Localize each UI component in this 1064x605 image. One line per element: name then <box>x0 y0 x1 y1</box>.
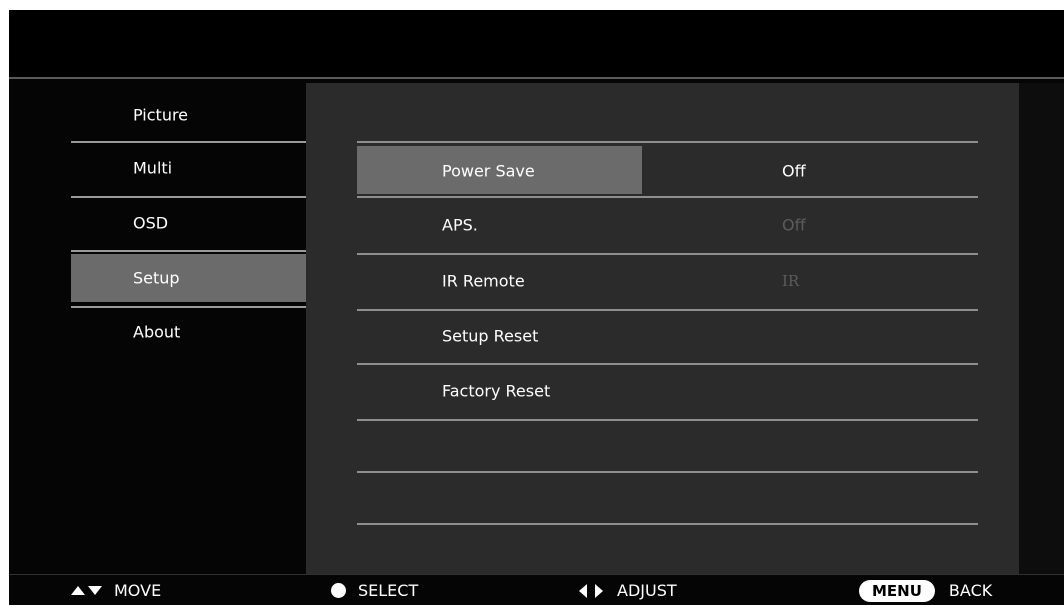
row-divider <box>357 419 978 421</box>
hint-select-label: SELECT <box>358 581 419 600</box>
setting-name: Factory Reset <box>442 381 551 401</box>
row-divider <box>357 471 978 473</box>
setting-row-aps[interactable]: APS. Off <box>357 200 978 250</box>
hint-move: MOVE <box>71 575 161 605</box>
sidebar-divider <box>71 196 306 198</box>
sidebar-item-multi[interactable]: Multi <box>71 144 306 192</box>
row-divider <box>357 363 978 365</box>
sidebar-item-setup[interactable]: Setup <box>71 254 306 302</box>
select-button-icon <box>331 583 346 598</box>
hint-move-label: MOVE <box>114 581 162 600</box>
osd-menu: Picture Multi OSD Setup About Power Save… <box>9 10 1064 605</box>
setting-value: IR <box>782 272 800 290</box>
setting-name: Power Save <box>442 161 535 181</box>
setting-name: IR Remote <box>442 271 525 291</box>
sidebar-item-label: Multi <box>133 158 173 178</box>
arrow-right-icon <box>595 583 603 598</box>
sidebar-item-label: OSD <box>133 213 169 233</box>
hint-back-label: BACK <box>948 581 993 600</box>
row-divider <box>357 253 978 255</box>
sidebar-item-picture[interactable]: Picture <box>71 91 306 139</box>
sidebar-divider <box>71 250 306 252</box>
sidebar-item-label: Picture <box>133 105 189 125</box>
row-divider <box>357 141 978 143</box>
sidebar-item-label: About <box>133 322 181 342</box>
sidebar-divider <box>71 141 306 143</box>
header-divider <box>9 77 1064 79</box>
footer-hints: MOVE SELECT ADJUST MENU BACK <box>9 574 1064 605</box>
row-divider <box>357 196 978 198</box>
setting-name: APS. <box>442 215 478 235</box>
arrow-down-icon <box>88 586 102 595</box>
setting-row-ir-remote[interactable]: IR Remote IR <box>357 256 978 306</box>
hint-select: SELECT <box>331 575 418 605</box>
row-divider <box>357 523 978 525</box>
osd-header <box>9 10 1064 77</box>
setting-row-setup-reset[interactable]: Setup Reset <box>357 311 978 361</box>
hint-adjust-label: ADJUST <box>617 581 677 600</box>
arrow-up-icon <box>71 586 85 595</box>
arrow-left-icon <box>579 583 587 598</box>
sidebar-item-about[interactable]: About <box>71 308 306 356</box>
panel-right-strip <box>1019 83 1064 574</box>
sidebar-item-osd[interactable]: OSD <box>71 199 306 247</box>
setting-value: Off <box>782 215 806 235</box>
menu-key-icon: MENU <box>859 579 935 602</box>
hint-back: MENU BACK <box>859 575 992 605</box>
sidebar-item-label: Setup <box>133 268 180 288</box>
setting-row-factory-reset[interactable]: Factory Reset <box>357 366 978 416</box>
setting-row-power-save[interactable]: Power Save Off <box>357 146 978 196</box>
hint-adjust: ADJUST <box>579 575 677 605</box>
setting-value[interactable]: Off <box>782 162 806 181</box>
setting-name: Setup Reset <box>442 326 539 346</box>
